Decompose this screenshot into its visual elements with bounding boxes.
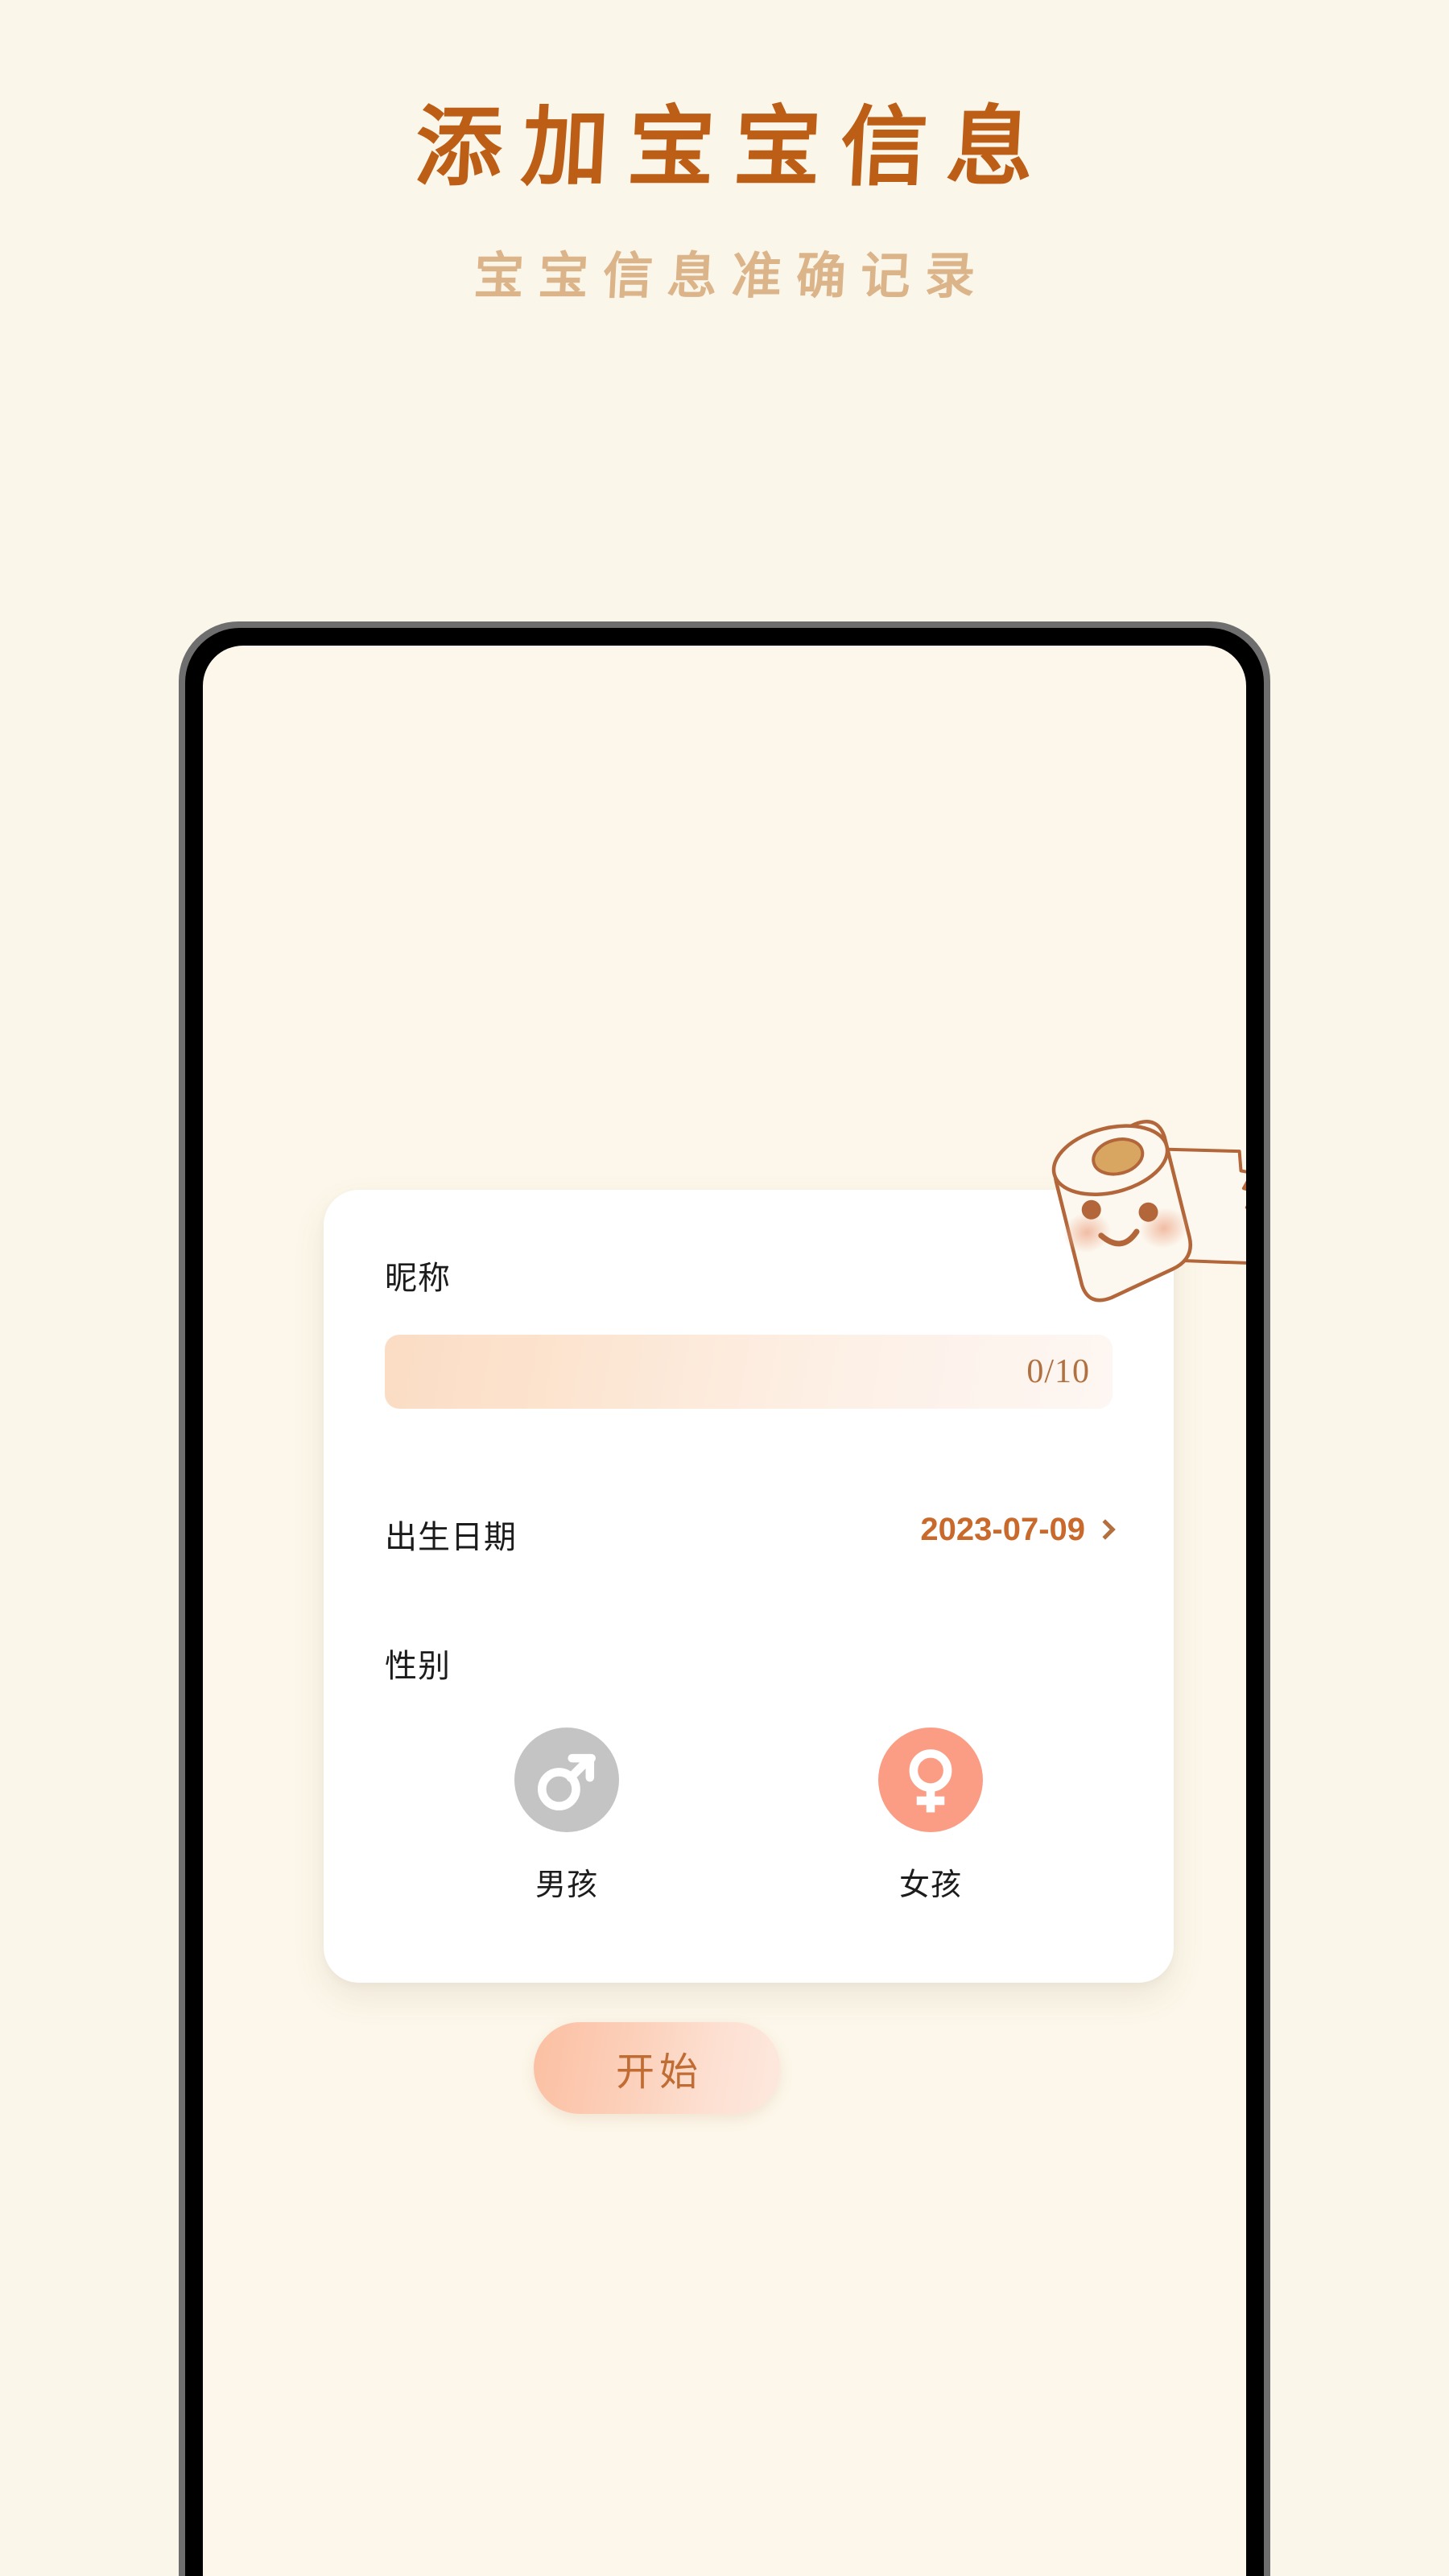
phone-bezel: 昵称 0/10 出生日期 2023-07-09 性别 男孩 女孩 开始 (185, 628, 1264, 2576)
card-inner: 昵称 0/10 出生日期 2023-07-09 性别 男孩 女孩 (324, 1190, 1174, 1983)
gender-label-female: 女孩 (898, 1868, 962, 1902)
gender-option-male[interactable]: 男孩 (385, 1728, 749, 1904)
page-title: 添加宝宝信息 (412, 97, 1056, 198)
birthdate-picker[interactable]: 2023-07-09 (920, 1512, 1116, 1548)
gender-label-male: 男孩 (535, 1868, 598, 1902)
birthdate-value: 2023-07-09 (920, 1512, 1085, 1547)
page-subtitle: 宝宝信息准确记录 (473, 246, 991, 305)
nickname-char-counter: 0/10 (1026, 1353, 1090, 1390)
female-symbol-icon (878, 1728, 983, 1832)
gender-option-female[interactable]: 女孩 (749, 1728, 1113, 1904)
start-button[interactable]: 开始 (534, 2022, 780, 2114)
nickname-input[interactable]: 0/10 (385, 1335, 1113, 1409)
phone-screen: 昵称 0/10 出生日期 2023-07-09 性别 男孩 女孩 开始 (203, 646, 1246, 2576)
baby-info-card: 昵称 0/10 出生日期 2023-07-09 性别 男孩 女孩 (324, 1190, 1174, 1983)
chevron-right-icon (1095, 1518, 1116, 1540)
male-symbol-icon (514, 1728, 619, 1832)
birthdate-label: 出生日期 (385, 1520, 517, 1555)
phone-frame: 昵称 0/10 出生日期 2023-07-09 性别 男孩 女孩 开始 (179, 621, 1270, 2576)
gender-options: 男孩 女孩 (385, 1728, 1113, 1904)
gender-label: 性别 (385, 1649, 451, 1684)
start-button-label: 开始 (615, 2051, 703, 2094)
page-root: 添加宝宝信息 宝宝信息准确记录 昵称 0/10 出生日期 2023-07-09 … (0, 0, 1449, 2576)
header: 添加宝宝信息 宝宝信息准确记录 (0, 0, 1449, 305)
nickname-label: 昵称 (385, 1261, 451, 1296)
